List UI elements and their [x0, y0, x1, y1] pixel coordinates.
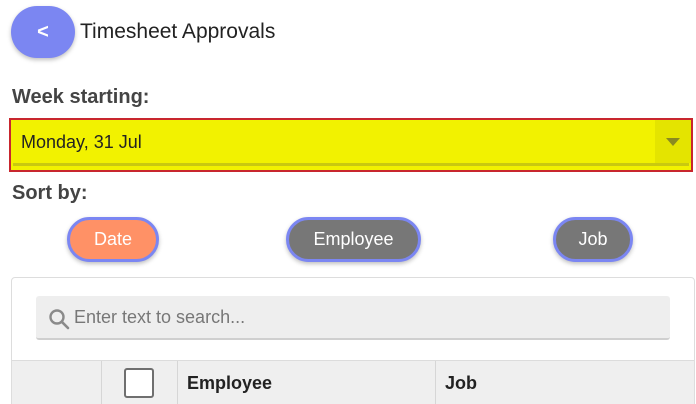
approvals-grid: Employee Job	[11, 277, 695, 404]
grid-search-box[interactable]	[36, 296, 670, 340]
sort-date-button[interactable]: Date	[67, 217, 159, 262]
sort-job-button[interactable]: Job	[553, 217, 633, 262]
back-button-label: <	[37, 20, 49, 43]
timesheet-approvals-page: < Timesheet Approvals Week starting: Mon…	[0, 0, 696, 404]
search-input[interactable]	[74, 302, 654, 332]
page-title: Timesheet Approvals	[80, 20, 276, 43]
week-select-value: Monday, 31 Jul	[21, 132, 142, 152]
header-cell-select	[102, 361, 178, 404]
grid-header-row: Employee Job	[12, 360, 694, 404]
header-cell-blank	[12, 361, 102, 404]
sort-by-label: Sort by:	[12, 182, 88, 204]
search-icon	[49, 309, 70, 330]
sort-employee-button[interactable]: Employee	[286, 217, 421, 262]
sort-job-label: Job	[578, 229, 608, 249]
week-select[interactable]: Monday, 31 Jul	[9, 118, 693, 172]
back-button[interactable]: <	[11, 6, 75, 58]
week-select-dropdown[interactable]	[655, 120, 691, 163]
week-select-underline	[13, 163, 689, 166]
sort-date-label: Date	[93, 229, 133, 249]
sort-employee-label: Employee	[313, 229, 394, 249]
column-header-job-label: Job	[445, 373, 478, 393]
column-header-job[interactable]: Job	[436, 361, 694, 404]
column-header-employee[interactable]: Employee	[178, 361, 436, 404]
chevron-down-icon	[666, 137, 680, 146]
column-header-employee-label: Employee	[187, 373, 273, 393]
select-all-checkbox[interactable]	[124, 368, 154, 398]
week-starting-label: Week starting:	[12, 86, 150, 108]
